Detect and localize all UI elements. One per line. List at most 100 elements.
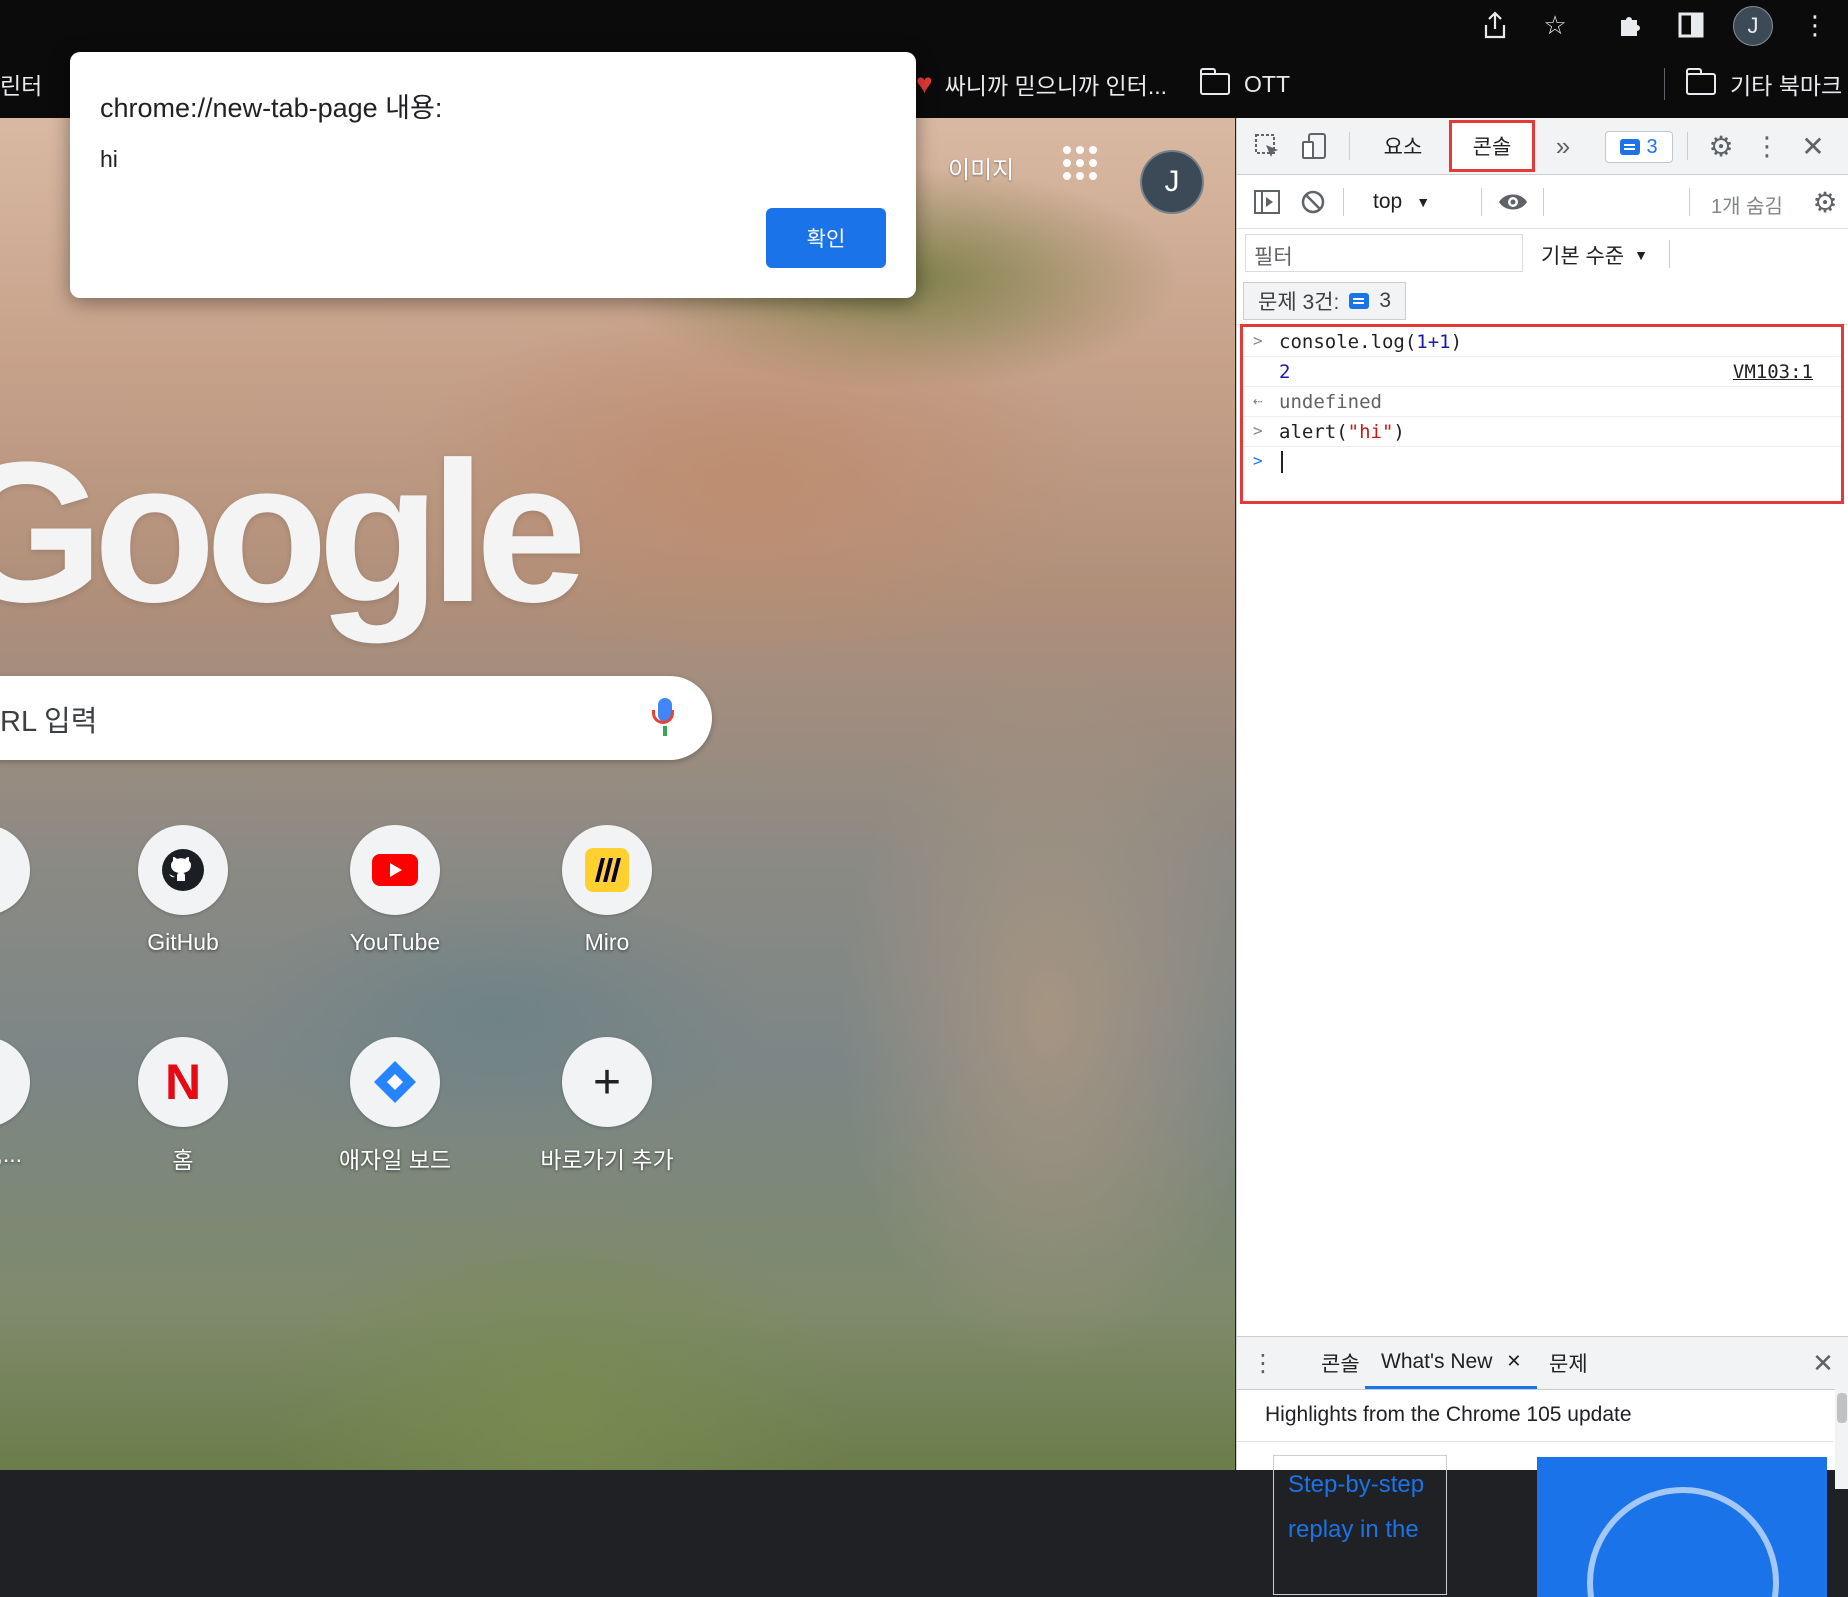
search-box[interactable]: RL 입력 bbox=[0, 676, 712, 760]
side-panel-icon[interactable] bbox=[1674, 8, 1708, 42]
heart-icon: ♥ bbox=[916, 68, 933, 99]
settings-gear-icon[interactable]: ⚙ bbox=[1705, 130, 1737, 162]
alert-dialog: chrome://new-tab-page 내용: hi 확인 bbox=[70, 52, 916, 298]
shortcut-miro[interactable]: Miro bbox=[522, 825, 692, 956]
drawer-menu-icon[interactable]: ⋮ bbox=[1251, 1347, 1275, 1379]
clear-console-icon[interactable] bbox=[1297, 186, 1329, 218]
partial-icon bbox=[0, 825, 30, 915]
bookmark-heart-item[interactable]: ♥ 싸니까 믿으니까 인터... bbox=[916, 50, 1167, 118]
drawer-tab-bar: ⋮ 콘솔 What's New ✕ 문제 ✕ bbox=[1237, 1337, 1848, 1390]
bookmark-folder-other[interactable]: 기타 북마크 bbox=[1686, 50, 1842, 118]
jira-icon bbox=[350, 1037, 440, 1127]
bookmark-folder-ott[interactable]: OTT bbox=[1200, 50, 1290, 118]
microphone-icon[interactable] bbox=[652, 698, 674, 724]
shortcut-partial-2[interactable]: (2,... bbox=[0, 1037, 70, 1168]
console-toolbar: top ▼ 1개 숨김 ⚙ bbox=[1237, 174, 1848, 229]
show-sidebar-icon[interactable] bbox=[1251, 186, 1283, 218]
close-tab-icon[interactable]: ✕ bbox=[1506, 1351, 1521, 1372]
shortcut-youtube[interactable]: YouTube bbox=[310, 825, 480, 956]
alert-ok-button[interactable]: 확인 bbox=[766, 208, 886, 268]
console-input-text: alert("hi") bbox=[1279, 421, 1405, 443]
tab-elements[interactable]: 요소 bbox=[1367, 126, 1439, 166]
console-result-line: ⇠ undefined bbox=[1243, 387, 1841, 417]
console-output-line: 2 VM103:1 bbox=[1243, 357, 1841, 387]
close-drawer-icon[interactable]: ✕ bbox=[1807, 1347, 1839, 1379]
message-icon bbox=[1620, 139, 1641, 155]
partial-icon bbox=[0, 1037, 30, 1127]
console-input-text: console.log(1+1) bbox=[1279, 331, 1463, 353]
console-log-area: > console.log(1+1) 2 VM103:1 ⇠ undefined… bbox=[1240, 324, 1844, 504]
text-caret bbox=[1281, 451, 1283, 473]
shortcut-netflix[interactable]: N 홈 bbox=[98, 1037, 268, 1175]
inspect-element-icon[interactable] bbox=[1251, 130, 1283, 162]
whats-new-card-link[interactable]: Step-by-step replay in the bbox=[1273, 1455, 1447, 1595]
shortcut-label: YouTube bbox=[349, 929, 441, 955]
console-settings-gear-icon[interactable]: ⚙ bbox=[1809, 186, 1841, 218]
devtools-panel: 요소 콘솔 » 3 ⚙ ⋮ ✕ top ▼ 1개 숨김 ⚙ 필터 기본 수준 ▼… bbox=[1236, 118, 1848, 1597]
shortcut-label: 홈 bbox=[172, 1147, 194, 1173]
toolbar-divider bbox=[1543, 188, 1544, 216]
shortcut-partial-1[interactable]: R bbox=[0, 825, 70, 956]
device-toolbar-icon[interactable] bbox=[1299, 130, 1331, 162]
miro-icon bbox=[562, 825, 652, 915]
profile-avatar[interactable]: J bbox=[1733, 6, 1773, 46]
console-output-value: 2 bbox=[1279, 361, 1291, 383]
toolbar-divider bbox=[1481, 188, 1482, 216]
shortcut-label: 바로가기 추가 bbox=[540, 1147, 674, 1173]
bookmark-label: 싸니까 믿으니까 인터... bbox=[944, 73, 1168, 99]
filter-row: 필터 기본 수준 ▼ bbox=[1237, 228, 1848, 276]
issues-badge[interactable]: 3 bbox=[1605, 131, 1673, 163]
search-input[interactable]: RL 입력 bbox=[0, 698, 97, 740]
log-level-select[interactable]: 기본 수준 ▼ bbox=[1541, 240, 1648, 270]
prompt-chevron-icon: > bbox=[1253, 451, 1263, 470]
scrollbar-thumb[interactable] bbox=[1837, 1393, 1847, 1423]
whats-new-title: Highlights from the Chrome 105 update bbox=[1265, 1403, 1632, 1426]
ntp-avatar[interactable]: J bbox=[1140, 150, 1204, 214]
result-arrow-icon: ⇠ bbox=[1253, 391, 1263, 410]
drawer-tab-whats-new[interactable]: What's New ✕ bbox=[1365, 1337, 1538, 1389]
toolbar-divider bbox=[1689, 188, 1690, 216]
drawer-tab-label: What's New bbox=[1381, 1349, 1493, 1373]
extensions-icon[interactable] bbox=[1614, 8, 1648, 42]
drawer-tab-console[interactable]: 콘솔 bbox=[1307, 1337, 1374, 1389]
microphone-stand bbox=[663, 726, 667, 736]
shortcut-github[interactable]: GitHub bbox=[98, 825, 268, 956]
tab-console[interactable]: 콘솔 bbox=[1449, 120, 1535, 172]
folder-icon bbox=[1200, 68, 1230, 95]
toolbar-divider bbox=[1343, 188, 1344, 216]
drawer-scrollbar[interactable] bbox=[1835, 1389, 1848, 1489]
shortcut-label: GitHub bbox=[147, 929, 219, 955]
live-expression-eye-icon[interactable] bbox=[1493, 186, 1533, 218]
devtools-menu-icon[interactable]: ⋮ bbox=[1751, 130, 1783, 162]
apps-grid-icon[interactable] bbox=[1063, 146, 1097, 180]
shortcut-label: 애자일 보드 bbox=[338, 1147, 452, 1173]
bookmark-label: OTT bbox=[1244, 70, 1290, 97]
alert-message: hi bbox=[100, 146, 118, 172]
context-selector[interactable]: top ▼ bbox=[1373, 186, 1430, 218]
shortcut-agile-board[interactable]: 애자일 보드 bbox=[310, 1037, 480, 1175]
devtools-drawer: ⋮ 콘솔 What's New ✕ 문제 ✕ Highlights from t… bbox=[1237, 1336, 1848, 1597]
filter-input[interactable]: 필터 bbox=[1245, 234, 1523, 272]
browser-toolbar: ☆ J ⋮ bbox=[0, 0, 1848, 50]
console-input-line: > alert("hi") bbox=[1243, 417, 1841, 447]
bookmark-partial[interactable]: 린터 bbox=[0, 50, 42, 118]
github-icon bbox=[138, 825, 228, 915]
issues-badge-count: 3 bbox=[1646, 135, 1658, 158]
close-devtools-icon[interactable]: ✕ bbox=[1797, 130, 1829, 162]
bookmark-star-icon[interactable]: ☆ bbox=[1538, 8, 1572, 42]
share-icon[interactable] bbox=[1478, 8, 1512, 42]
source-link[interactable]: VM103:1 bbox=[1733, 361, 1813, 383]
bookmark-label: 기타 북마크 bbox=[1730, 73, 1843, 99]
new-tab-page: 이미지 J Google RL 입력 R GitHub YouTube Miro… bbox=[0, 118, 1235, 1470]
youtube-icon bbox=[350, 825, 440, 915]
shortcut-add[interactable]: + 바로가기 추가 bbox=[522, 1037, 692, 1175]
drawer-tab-issues[interactable]: 문제 bbox=[1549, 1337, 1588, 1389]
console-prompt[interactable]: > bbox=[1243, 447, 1841, 477]
browser-menu-icon[interactable]: ⋮ bbox=[1798, 8, 1832, 42]
more-tabs-icon[interactable]: » bbox=[1543, 126, 1583, 166]
shortcut-label: R bbox=[0, 929, 70, 956]
shortcut-label: Miro bbox=[584, 929, 630, 955]
toolbar-divider bbox=[1669, 240, 1670, 268]
images-link[interactable]: 이미지 bbox=[948, 150, 1014, 185]
issues-count-button[interactable]: 문제 3건: 3 bbox=[1243, 282, 1406, 320]
